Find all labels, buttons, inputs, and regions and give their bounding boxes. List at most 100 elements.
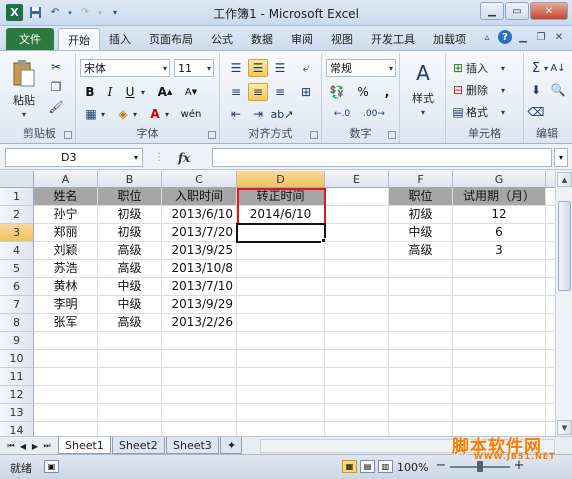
delete-cells-label[interactable]: 删除 [466,81,496,99]
row-header-6[interactable]: 6 [0,278,34,296]
workbook-restore-icon[interactable]: ❐ [534,30,548,44]
paste-dropdown-icon[interactable]: ▾ [18,109,30,119]
next-sheet-icon[interactable]: ▶ [30,439,40,453]
font-color-dropdown-icon[interactable]: ▾ [162,105,172,123]
underline-dropdown-icon[interactable]: ▾ [138,83,148,101]
insert-dropdown-icon[interactable]: ▾ [498,59,508,77]
cut-icon[interactable]: ✂ [48,59,64,75]
tab-formulas[interactable]: 公式 [202,28,242,50]
find-select-icon[interactable]: 🔍 [550,81,566,99]
zoom-out-icon[interactable]: − [434,459,448,473]
paste-label[interactable]: 粘贴 [8,93,40,107]
cell-c6[interactable]: 2013/7/10 [162,278,237,296]
decrease-indent-icon[interactable]: ⇤ [226,105,246,123]
row-header-10[interactable]: 10 [0,350,34,368]
worksheet-grid[interactable]: A B C D E F G 1 2 3 4 5 6 7 8 9 10 11 12… [0,171,555,436]
decrease-font-icon[interactable]: A ▼ [180,83,202,101]
fill-icon[interactable]: ⬇ [528,81,544,99]
workbook-minimize-icon[interactable]: ▁ [516,30,530,44]
cell-f1[interactable]: 职位 [389,188,453,206]
cell-g2[interactable]: 12 [453,206,546,224]
number-format-select[interactable]: 常规 ▾ [326,59,396,77]
zoom-slider-knob[interactable] [477,461,483,472]
name-box-dropdown-icon[interactable]: ▾ [134,149,138,166]
cell-c8[interactable]: 2013/2/26 [162,314,237,332]
orientation-icon[interactable]: ab↗ [271,105,294,123]
font-name-select[interactable]: 宋体 ▾ [80,59,170,77]
active-cell-cursor[interactable] [236,223,326,243]
row-header-12[interactable]: 12 [0,386,34,404]
formula-input[interactable] [212,148,552,167]
clear-icon[interactable]: ⌫ [528,103,545,121]
styles-button-label[interactable]: 样式 [404,91,442,105]
autosum-dropdown-icon[interactable]: ▾ [542,59,550,77]
font-size-select[interactable]: 11 ▾ [174,59,214,77]
cell-f3[interactable]: 中级 [389,224,453,242]
delete-cells-icon[interactable]: ⊟ [450,81,466,99]
increase-font-icon[interactable]: A ▲ [154,83,176,101]
cell-a3[interactable]: 郑丽 [34,224,98,242]
cell-g1[interactable]: 试用期（月） [453,188,546,206]
align-left-icon[interactable]: ≡ [226,83,246,101]
new-sheet-icon[interactable]: ✦ [220,437,242,454]
sheet-tab-sheet3[interactable]: Sheet3 [166,437,219,454]
row-header-7[interactable]: 7 [0,296,34,314]
align-right-icon[interactable]: ≡ [270,83,290,101]
name-box[interactable]: D3 ▾ [5,148,143,167]
column-header-a[interactable]: A [34,171,98,188]
align-bottom-icon[interactable]: ☰ [270,59,290,77]
alignment-launcher-icon[interactable] [310,131,318,139]
tab-page-layout[interactable]: 页面布局 [140,28,202,50]
tab-home[interactable]: 开始 [58,28,100,50]
last-sheet-icon[interactable]: ⏭ [42,439,52,453]
cell-b7[interactable]: 中级 [98,296,162,314]
cell-f4[interactable]: 高级 [389,242,453,260]
column-header-f[interactable]: F [389,171,453,188]
font-launcher-icon[interactable] [208,131,216,139]
normal-view-icon[interactable]: ▦ [342,460,357,473]
fill-color-dropdown-icon[interactable]: ▾ [130,105,140,123]
align-middle-icon[interactable]: ☰ [248,59,268,77]
delete-dropdown-icon[interactable]: ▾ [498,81,508,99]
column-header-h[interactable] [546,171,555,188]
cell-b2[interactable]: 初级 [98,206,162,224]
paste-icon[interactable] [10,57,38,91]
row-header-13[interactable]: 13 [0,404,34,422]
page-break-view-icon[interactable]: ▥ [378,460,393,473]
collapse-ribbon-icon[interactable]: ▵ [480,30,494,44]
format-cells-icon[interactable]: ▤ [450,103,466,121]
tab-insert[interactable]: 插入 [100,28,140,50]
number-launcher-icon[interactable] [388,131,396,139]
cell-c5[interactable]: 2013/10/8 [162,260,237,278]
prev-sheet-icon[interactable]: ◀ [18,439,28,453]
tab-data[interactable]: 数据 [242,28,282,50]
tab-developer[interactable]: 开发工具 [362,28,424,50]
vertical-scrollbar[interactable]: ▲ ▼ [555,171,572,436]
close-button[interactable]: ✕ [530,2,568,20]
row-header-5[interactable]: 5 [0,260,34,278]
zoom-level[interactable]: 100% [397,461,428,474]
increase-indent-icon[interactable]: ⇥ [248,105,268,123]
align-center-icon[interactable]: ≡ [248,83,268,101]
vertical-scroll-thumb[interactable] [558,201,571,291]
format-dropdown-icon[interactable]: ▾ [498,103,508,121]
merge-center-icon[interactable]: ⊞ [296,83,316,101]
macro-record-icon[interactable]: ▣ [44,460,59,473]
styles-icon[interactable]: A [409,59,437,87]
align-top-icon[interactable]: ☰ [226,59,246,77]
wrap-text-icon[interactable]: ⤶ [296,59,316,77]
clipboard-launcher-icon[interactable] [64,131,72,139]
column-header-e[interactable]: E [325,171,389,188]
cell-c4[interactable]: 2013/9/25 [162,242,237,260]
format-painter-icon[interactable]: 🖌 [48,99,64,115]
fill-handle[interactable] [321,238,326,243]
cell-a1[interactable]: 姓名 [34,188,98,206]
first-sheet-icon[interactable]: ⏮ [6,439,16,453]
column-header-g[interactable]: G [453,171,546,188]
insert-cells-icon[interactable]: ⊞ [450,59,466,77]
page-layout-view-icon[interactable]: ▤ [360,460,375,473]
cell-a8[interactable]: 张军 [34,314,98,332]
tab-file[interactable]: 文件 [6,28,54,50]
borders-dropdown-icon[interactable]: ▾ [98,105,108,123]
styles-dropdown-icon[interactable]: ▾ [417,107,429,117]
